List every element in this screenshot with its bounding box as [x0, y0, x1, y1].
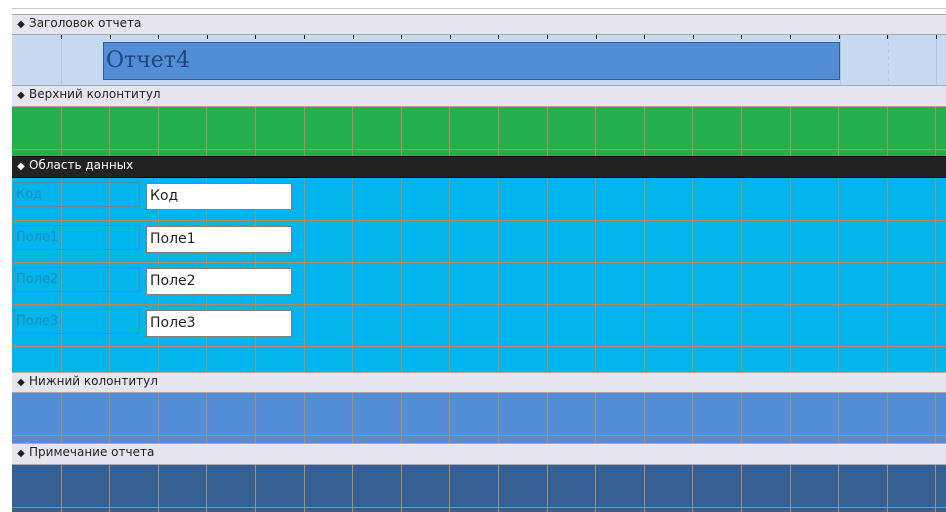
- label-text: Поле1: [16, 230, 59, 245]
- detail-label: Область данных: [29, 158, 134, 172]
- control-text: Код: [150, 188, 179, 204]
- detail-section[interactable]: Код Код Поле1 Поле1 Поле2 Поле2 Поле3 По…: [12, 178, 946, 372]
- report-footer-section[interactable]: [12, 465, 946, 512]
- ruler-line: [12, 8, 946, 9]
- field-control-pole2[interactable]: Поле2: [146, 268, 292, 295]
- section-collapse-icon[interactable]: ◆: [15, 17, 27, 33]
- report-title-text: Отчет4: [106, 48, 190, 73]
- grid-overlay: [12, 465, 946, 512]
- field-label-pole2[interactable]: Поле2: [14, 267, 140, 292]
- page-header-bar[interactable]: ◆ Верхний колонтитул: [12, 85, 946, 107]
- report-header-bar[interactable]: ◆ Заголовок отчета: [12, 14, 946, 35]
- grid-lines: [12, 107, 946, 156]
- label-text: Поле2: [16, 272, 59, 287]
- field-control-kod[interactable]: Код: [146, 183, 292, 210]
- report-footer-label: Примечание отчета: [29, 445, 155, 459]
- page-footer-label: Нижний колонтитул: [29, 374, 158, 388]
- grid-overlay: [12, 107, 946, 156]
- label-text: Код: [16, 187, 43, 202]
- grid-overlay: [12, 393, 946, 443]
- report-header-label: Заголовок отчета: [29, 16, 142, 30]
- field-label-kod[interactable]: Код: [14, 182, 140, 207]
- field-control-pole3[interactable]: Поле3: [146, 310, 292, 337]
- report-title-control[interactable]: Отчет4: [103, 42, 840, 80]
- page-header-label: Верхний колонтитул: [29, 87, 161, 101]
- control-text: Поле1: [150, 231, 196, 247]
- horizontal-ruler: [0, 0, 946, 14]
- report-header-section[interactable]: Отчет4: [12, 35, 946, 85]
- field-label-pole1[interactable]: Поле1: [14, 225, 140, 250]
- page-header-section[interactable]: [12, 107, 946, 156]
- vertical-ruler: [0, 14, 12, 512]
- field-label-pole3[interactable]: Поле3: [14, 309, 140, 334]
- detail-bar[interactable]: ◆ Область данных: [12, 156, 946, 178]
- grid-lines: [12, 465, 946, 512]
- section-collapse-icon[interactable]: ◆: [15, 446, 27, 462]
- section-collapse-icon[interactable]: ◆: [15, 159, 27, 175]
- label-text: Поле3: [16, 314, 59, 329]
- field-control-pole1[interactable]: Поле1: [146, 226, 292, 253]
- control-text: Поле2: [150, 273, 196, 289]
- section-collapse-icon[interactable]: ◆: [15, 88, 27, 104]
- control-text: Поле3: [150, 315, 196, 331]
- page-footer-section[interactable]: [12, 393, 946, 443]
- report-design-canvas: ◆ Заголовок отчета Отчет4 ◆ Верхний колонт…: [0, 0, 946, 512]
- section-collapse-icon[interactable]: ◆: [15, 375, 27, 391]
- page-footer-bar[interactable]: ◆ Нижний колонтитул: [12, 372, 946, 393]
- grid-lines: [12, 393, 946, 443]
- report-footer-bar[interactable]: ◆ Примечание отчета: [12, 443, 946, 465]
